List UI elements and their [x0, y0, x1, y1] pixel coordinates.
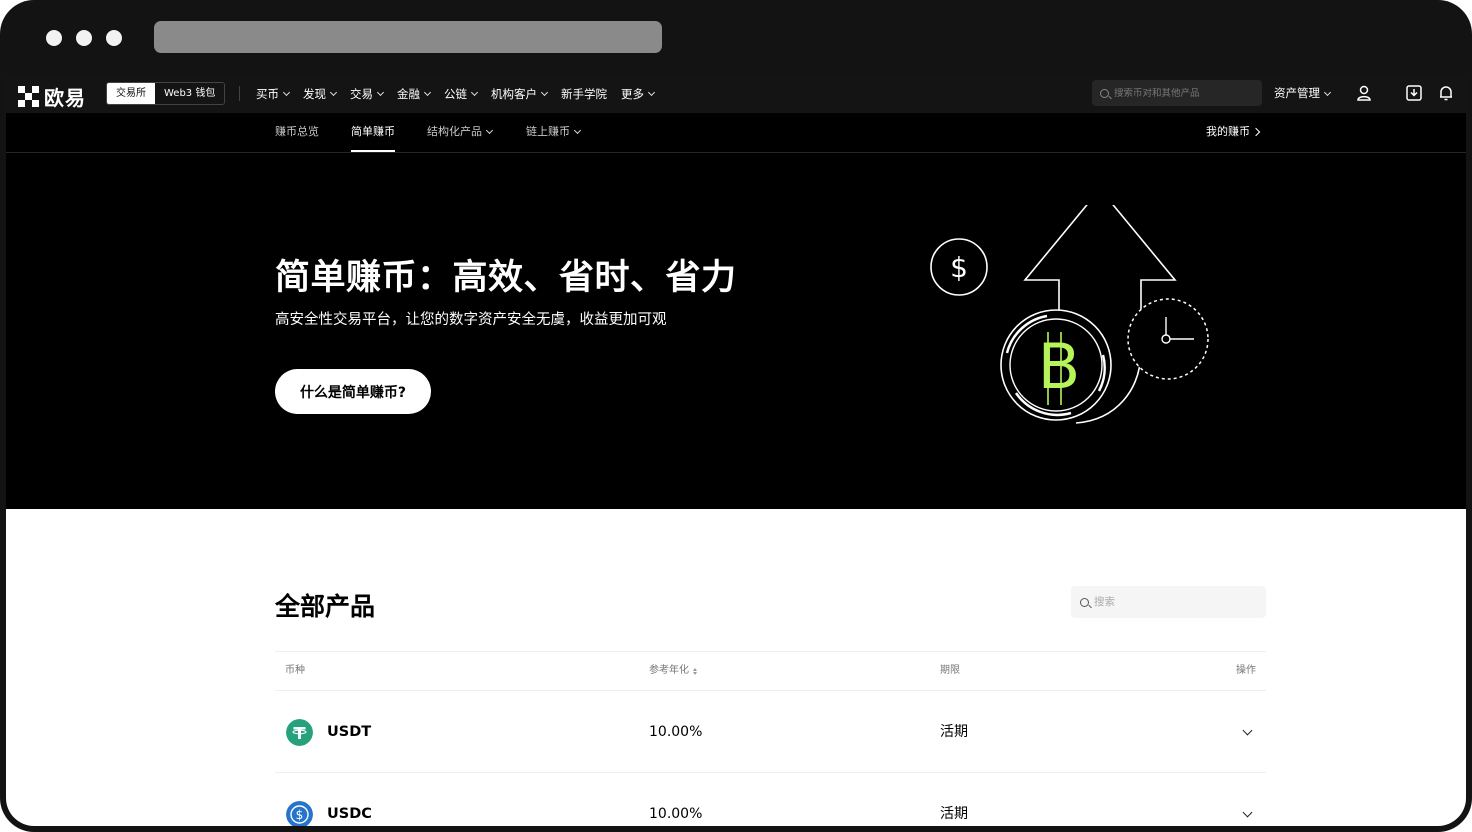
col-header-coin: 币种	[285, 665, 305, 676]
term-value: 活期	[940, 806, 968, 822]
apy-value: 10.00%	[649, 806, 703, 822]
top-search-input[interactable]	[1114, 87, 1254, 99]
window-maximize-dot[interactable]	[106, 30, 122, 46]
mode-wallet-tab[interactable]: Web3 钱包	[155, 83, 225, 104]
main-menu: 买币 发现 交易 金融 公链 机构客户 新手学院 更多	[256, 74, 668, 113]
table-row[interactable]: $ USDC 10.00% 活期	[275, 773, 1266, 826]
chevron-down-icon	[573, 126, 582, 134]
coin-name: USDT	[327, 724, 372, 740]
chevron-down-icon	[470, 88, 479, 96]
logo[interactable]: 欧易	[18, 82, 86, 111]
mode-exchange-tab[interactable]: 交易所	[107, 83, 155, 104]
sort-icon[interactable]	[693, 667, 697, 675]
nav-divider	[239, 86, 240, 101]
menu-item-institutional[interactable]: 机构客户	[491, 86, 549, 102]
window-minimize-dot[interactable]	[76, 30, 92, 46]
menu-item-buy[interactable]: 买币	[256, 86, 291, 102]
browser-window: 欧易 交易所 Web3 钱包 买币 发现 交易 金融 公链 机构客户 新手学院 …	[0, 0, 1472, 832]
chevron-down-icon	[485, 126, 494, 134]
subnav-overview[interactable]: 赚币总览	[275, 113, 319, 150]
chevron-right-icon	[1251, 127, 1261, 137]
menu-item-discover[interactable]: 发现	[303, 86, 338, 102]
products-search-input[interactable]	[1094, 596, 1254, 608]
menu-item-trade[interactable]: 交易	[350, 86, 385, 102]
top-search[interactable]	[1092, 80, 1262, 106]
menu-item-more[interactable]: 更多	[621, 86, 656, 102]
coin-name: USDC	[327, 806, 372, 822]
menu-item-academy[interactable]: 新手学院	[561, 86, 607, 102]
search-icon	[1080, 597, 1089, 607]
col-header-apy[interactable]: 参考年化	[649, 652, 697, 690]
search-icon	[1100, 88, 1109, 98]
mode-switch: 交易所 Web3 钱包	[106, 82, 226, 105]
chevron-down-icon	[540, 88, 549, 96]
assets-label: 资产管理	[1274, 86, 1320, 100]
usdt-icon	[286, 719, 313, 746]
hero-subtitle: 高安全性交易平台，让您的数字资产安全无虞，收益更加可观	[275, 312, 667, 328]
subnav-onchain[interactable]: 链上赚币	[526, 113, 582, 150]
subnav-simple-earn[interactable]: 简单赚币	[351, 113, 395, 152]
expand-chevron-icon[interactable]	[1242, 725, 1253, 736]
term-value: 活期	[940, 724, 968, 740]
col-header-term: 期限	[940, 665, 960, 676]
my-earn-link[interactable]: 我的赚币	[1206, 113, 1261, 151]
browser-chrome	[0, 0, 1472, 74]
svg-text:$: $	[950, 251, 968, 284]
logo-text: 欧易	[44, 86, 86, 110]
svg-text:B: B	[1038, 330, 1081, 403]
assets-menu[interactable]: 资产管理	[1274, 74, 1332, 113]
chevron-down-icon	[647, 88, 656, 96]
window-close-dot[interactable]	[46, 30, 62, 46]
hero-illustration: $ B	[930, 205, 1209, 424]
page-viewport: 欧易 交易所 Web3 钱包 买币 发现 交易 金融 公链 机构客户 新手学院 …	[6, 74, 1466, 826]
bitcoin-icon: B	[1000, 309, 1112, 421]
bell-icon[interactable]	[1437, 84, 1455, 102]
table-header: 币种 参考年化 期限 操作	[275, 651, 1266, 691]
products-table: 币种 参考年化 期限 操作 USDT 10.00% 活期 $ USDC 10.0…	[275, 651, 1266, 826]
chevron-down-icon	[1323, 88, 1332, 96]
chevron-down-icon	[423, 88, 432, 96]
col-header-action: 操作	[1236, 665, 1256, 676]
page-title: 简单赚币：高效、省时、省力	[275, 258, 737, 298]
subnav-structured[interactable]: 结构化产品	[427, 113, 494, 150]
products-title: 全部产品	[275, 592, 376, 621]
top-nav: 欧易 交易所 Web3 钱包 买币 发现 交易 金融 公链 机构客户 新手学院 …	[6, 74, 1466, 113]
logo-mark-icon	[18, 85, 40, 108]
expand-chevron-icon[interactable]	[1242, 807, 1253, 818]
address-bar[interactable]	[154, 21, 662, 53]
download-icon[interactable]	[1405, 84, 1423, 102]
svg-text:$: $	[296, 808, 304, 822]
chevron-down-icon	[282, 88, 291, 96]
hero-banner: 简单赚币：高效、省时、省力 高安全性交易平台，让您的数字资产安全无虞，收益更加可…	[6, 153, 1466, 509]
menu-item-finance[interactable]: 金融	[397, 86, 432, 102]
table-row[interactable]: USDT 10.00% 活期	[275, 691, 1266, 773]
sub-nav: 赚币总览 简单赚币 结构化产品 链上赚币 我的赚币	[6, 113, 1466, 153]
products-search[interactable]	[1071, 586, 1266, 618]
apy-value: 10.00%	[649, 724, 703, 740]
chevron-down-icon	[376, 88, 385, 96]
dollar-icon: $	[930, 238, 988, 296]
chevron-down-icon	[329, 88, 338, 96]
menu-item-chain[interactable]: 公链	[444, 86, 479, 102]
user-icon[interactable]	[1355, 84, 1373, 102]
usdc-icon: $	[286, 801, 313, 826]
what-is-simple-earn-button[interactable]: 什么是简单赚币?	[275, 369, 431, 414]
clock-icon	[1127, 298, 1209, 380]
